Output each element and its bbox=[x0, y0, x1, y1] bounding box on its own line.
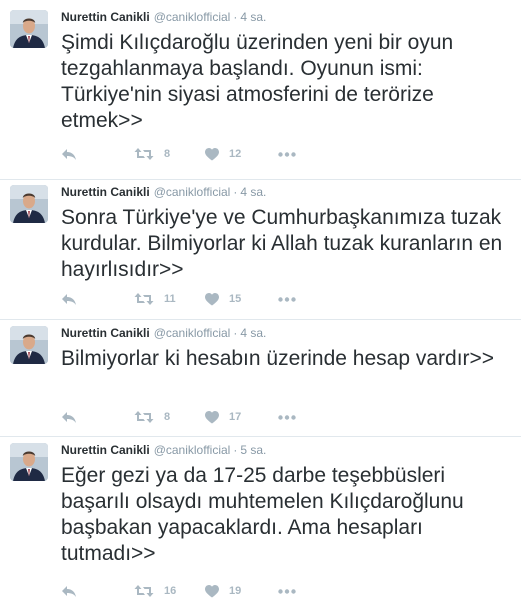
tweet: Nurettin Canikli @caniklofficial · 4 sa. Şi… bbox=[0, 0, 521, 180]
reply-button[interactable] bbox=[61, 582, 77, 600]
heart-icon bbox=[205, 410, 219, 423]
retweet-button[interactable]: 11 bbox=[134, 290, 176, 308]
tweet-text: Sonra Türkiye'ye ve Cumhurbaşkanımıza tu… bbox=[61, 206, 503, 281]
retweet-button[interactable]: 8 bbox=[134, 145, 170, 163]
retweet-button[interactable]: 16 bbox=[134, 582, 176, 600]
avatar-photo bbox=[10, 185, 48, 223]
reply-button[interactable] bbox=[61, 145, 77, 163]
author-name[interactable]: Nurettin Canikli bbox=[61, 443, 150, 457]
more-button[interactable] bbox=[278, 582, 296, 600]
dot-separator: · bbox=[233, 326, 238, 340]
avatar-photo bbox=[10, 326, 48, 364]
avatar-photo bbox=[10, 443, 48, 481]
tweet-text: Şimdi Kılıçdaroğlu üzerinden yeni bir oy… bbox=[61, 31, 454, 132]
tweet-feed: Nurettin Canikli @caniklofficial · 4 sa. Şi… bbox=[0, 0, 521, 600]
like-count: 19 bbox=[229, 585, 242, 597]
author-name[interactable]: Nurettin Canikli bbox=[61, 10, 150, 24]
like-button[interactable]: 12 bbox=[205, 145, 241, 163]
author-handle[interactable]: @caniklofficial bbox=[154, 326, 231, 340]
tweet-actions: 8 17 bbox=[61, 408, 361, 426]
reply-button[interactable] bbox=[61, 408, 77, 426]
reply-icon bbox=[62, 586, 76, 597]
avatar[interactable] bbox=[10, 185, 48, 223]
avatar[interactable] bbox=[10, 443, 48, 481]
heart-icon bbox=[205, 584, 219, 597]
author-handle[interactable]: @caniklofficial bbox=[154, 185, 231, 199]
timestamp[interactable]: 4 sa. bbox=[240, 326, 266, 340]
retweet-count: 8 bbox=[164, 411, 171, 423]
tweet: Nurettin Canikli @caniklofficial · 4 sa. So… bbox=[0, 175, 521, 320]
more-dots-icon bbox=[278, 151, 296, 157]
more-button[interactable] bbox=[278, 145, 296, 163]
avatar[interactable] bbox=[10, 10, 48, 48]
more-button[interactable] bbox=[278, 408, 296, 426]
tweet-header: Nurettin Canikli @caniklofficial · 4 sa. bbox=[61, 185, 266, 199]
author-handle[interactable]: @caniklofficial bbox=[154, 443, 231, 457]
reply-button[interactable] bbox=[61, 290, 77, 308]
retweet-icon bbox=[134, 585, 154, 597]
retweet-icon bbox=[134, 148, 154, 160]
avatar-photo bbox=[10, 10, 48, 48]
tweet-actions: 16 19 bbox=[61, 582, 361, 600]
retweet-count: 8 bbox=[164, 148, 171, 160]
timestamp[interactable]: 5 sa. bbox=[240, 443, 266, 457]
tweet-actions: 11 15 bbox=[61, 290, 361, 308]
tweet-header: Nurettin Canikli @caniklofficial · 4 sa. bbox=[61, 326, 266, 340]
like-count: 17 bbox=[229, 411, 242, 423]
dot-separator: · bbox=[233, 185, 238, 199]
timestamp[interactable]: 4 sa. bbox=[240, 10, 266, 24]
retweet-icon bbox=[134, 293, 154, 305]
like-button[interactable]: 15 bbox=[205, 290, 241, 308]
tweet: Nurettin Canikli @caniklofficial · 5 sa. Eğ… bbox=[0, 433, 521, 600]
tweet-text: Bilmiyorlar ki hesabın üzerinde hesap va… bbox=[61, 347, 495, 370]
like-button[interactable]: 17 bbox=[205, 408, 241, 426]
reply-icon bbox=[62, 294, 76, 305]
more-dots-icon bbox=[278, 588, 296, 594]
retweet-icon bbox=[134, 411, 154, 423]
reply-icon bbox=[62, 149, 76, 160]
tweet: Nurettin Canikli @caniklofficial · 4 sa. Bi… bbox=[0, 316, 521, 437]
author-handle[interactable]: @caniklofficial bbox=[154, 10, 231, 24]
heart-icon bbox=[205, 292, 219, 305]
author-name[interactable]: Nurettin Canikli bbox=[61, 326, 150, 340]
retweet-button[interactable]: 8 bbox=[134, 408, 170, 426]
more-dots-icon bbox=[278, 296, 296, 302]
like-count: 12 bbox=[229, 148, 242, 160]
tweet-header: Nurettin Canikli @caniklofficial · 5 sa. bbox=[61, 443, 266, 457]
like-button[interactable]: 19 bbox=[205, 582, 241, 600]
more-dots-icon bbox=[278, 414, 296, 420]
tweet-header: Nurettin Canikli @caniklofficial · 4 sa. bbox=[61, 10, 266, 24]
like-count: 15 bbox=[229, 293, 242, 305]
avatar[interactable] bbox=[10, 326, 48, 364]
retweet-count: 11 bbox=[164, 293, 176, 305]
heart-icon bbox=[205, 147, 219, 160]
tweet-text: Eğer gezi ya da 17-25 darbe teşebbüsleri… bbox=[61, 464, 464, 565]
dot-separator: · bbox=[233, 443, 238, 457]
timestamp[interactable]: 4 sa. bbox=[240, 185, 266, 199]
tweet-actions: 8 12 bbox=[61, 145, 361, 163]
author-name[interactable]: Nurettin Canikli bbox=[61, 185, 150, 199]
retweet-count: 16 bbox=[164, 585, 177, 597]
more-button[interactable] bbox=[278, 290, 296, 308]
reply-icon bbox=[62, 412, 76, 423]
dot-separator: · bbox=[233, 10, 238, 24]
